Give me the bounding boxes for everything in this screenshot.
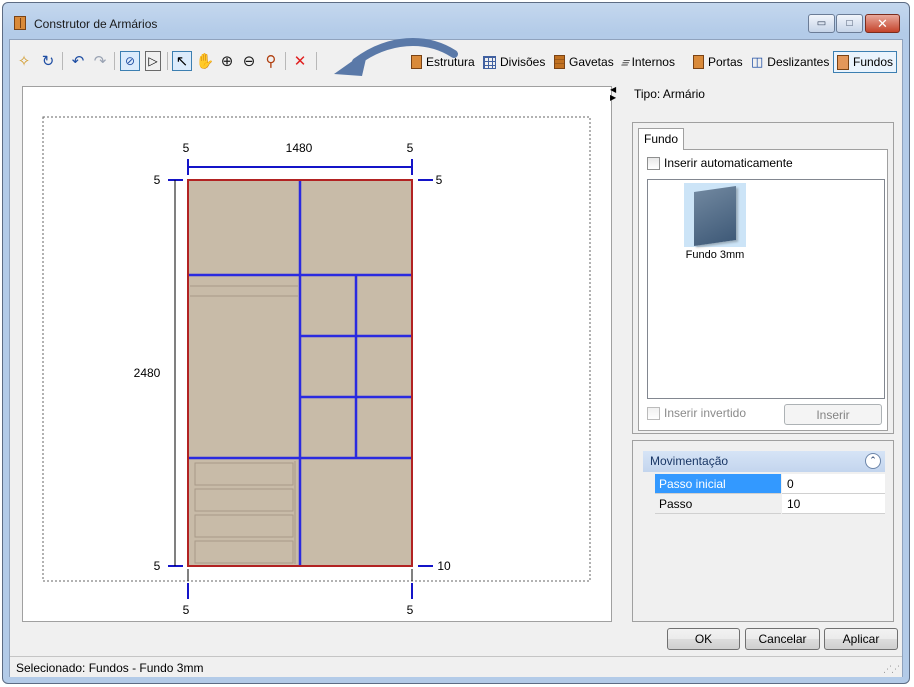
new-icon[interactable]: ✧ <box>14 51 34 71</box>
tab-fundos[interactable]: Fundos <box>833 51 898 73</box>
property-key: Passo <box>655 494 781 514</box>
tab-estrutura[interactable]: Estrutura <box>408 51 478 73</box>
property-key: Passo inicial <box>655 474 781 494</box>
fundo-items-list[interactable]: Fundo 3mm <box>647 179 885 399</box>
title-bar: Construtor de Armários ▭ □ ✕ <box>3 3 909 39</box>
maximize-button[interactable]: □ <box>836 14 863 33</box>
dim-gap-left-top: 5 <box>183 141 190 155</box>
apply-button[interactable]: Aplicar <box>824 628 898 650</box>
dim-gap-below-left: 5 <box>183 603 190 617</box>
insert-button[interactable]: Inserir <box>784 404 882 425</box>
property-row[interactable]: Passo inicial 0 <box>655 474 885 494</box>
zoom-in-icon[interactable]: ⊕ <box>217 51 237 71</box>
fundo-tab-page: Inserir automaticamente Fundo 3mm Inseri… <box>638 149 888 431</box>
auto-insert-label: Inserir automaticamente <box>664 156 793 170</box>
dim-gap-right-top: 5 <box>407 141 414 155</box>
refresh-icon[interactable]: ↻ <box>38 51 58 71</box>
cabinet-drawing: 5 1480 5 5 5 2480 5 10 5 5 <box>42 116 591 617</box>
window-title: Construtor de Armários <box>34 17 158 31</box>
tab-internos-label: Internos <box>631 55 675 69</box>
select-pointer-icon[interactable]: ↖ <box>172 51 192 71</box>
drawer-icon <box>554 55 565 69</box>
toolbar-separator <box>285 52 286 70</box>
client-area: ✧ ↻ ↶ ↷ ⊘ ▷ ↖ ✋ ⊕ ⊖ ⚲ ✕ Estrutura Divisõ… <box>9 38 903 677</box>
movement-header[interactable]: Movimentação ⌃ <box>643 451 885 472</box>
delete-icon[interactable]: ✕ <box>290 51 310 71</box>
list-item-label: Fundo 3mm <box>685 249 745 261</box>
shelves-icon: ≡ <box>618 54 632 70</box>
tab-portas[interactable]: Portas <box>690 51 746 73</box>
dim-width: 1480 <box>286 141 313 155</box>
tab-deslizantes-label: Deslizantes <box>767 55 830 69</box>
drawing-canvas[interactable]: 5 1480 5 5 5 2480 5 10 5 5 <box>22 86 612 622</box>
dim-gap-below-right: 5 <box>407 603 414 617</box>
pan-hand-icon[interactable]: ✋ <box>195 51 215 71</box>
tab-fundos-label: Fundos <box>853 55 894 69</box>
toolbar: ✧ ↻ ↶ ↷ ⊘ ▷ ↖ ✋ ⊕ ⊖ ⚲ ✕ Estrutura Divisõ… <box>10 38 902 76</box>
app-window: Construtor de Armários ▭ □ ✕ ✧ ↻ ↶ ↷ ⊘ ▷… <box>2 2 910 684</box>
dim-gap-bottom-left: 5 <box>154 559 161 573</box>
fundo-thumbnail <box>684 183 746 247</box>
cabinet-icon <box>411 55 422 69</box>
invert-checkbox[interactable] <box>647 407 660 420</box>
dim-height: 2480 <box>134 366 161 380</box>
resize-grip-icon[interactable]: ⋰⋰ <box>883 664 900 675</box>
zoom-out-icon[interactable]: ⊖ <box>239 51 259 71</box>
dim-gap-bottom-right: 10 <box>437 559 451 573</box>
tab-internos[interactable]: ≡ Internos <box>619 51 678 73</box>
toolbar-separator <box>167 52 168 70</box>
panel-splitter[interactable]: ◀ ▶ <box>610 86 618 102</box>
zoom-window-icon[interactable]: ⚲ <box>261 51 281 71</box>
list-item[interactable]: Fundo 3mm <box>682 183 748 269</box>
back-panel-icon <box>837 54 849 70</box>
status-bar: Selecionado: Fundos - Fundo 3mm ⋰⋰ <box>10 656 902 677</box>
sliding-door-icon: ◫ <box>751 54 764 69</box>
tab-portas-label: Portas <box>708 55 743 69</box>
dim-gap-top-right: 5 <box>436 173 443 187</box>
toolbar-separator <box>114 52 115 70</box>
tab-divisoes[interactable]: Divisões <box>480 51 548 73</box>
ok-button[interactable]: OK <box>667 628 740 650</box>
movement-group: Movimentação ⌃ Passo inicial 0 Passo 10 <box>632 440 894 622</box>
cancel-button[interactable]: Cancelar <box>745 628 820 650</box>
collapse-icon[interactable]: ⌃ <box>865 453 881 469</box>
passo-inicial-input[interactable]: 0 <box>782 474 885 494</box>
invert-label: Inserir invertido <box>664 406 747 420</box>
undo-icon[interactable]: ↶ <box>68 51 88 71</box>
auto-insert-checkbox[interactable] <box>647 157 660 170</box>
tab-deslizantes[interactable]: ◫ Deslizantes <box>748 51 832 73</box>
tab-gavetas-label: Gavetas <box>569 55 614 69</box>
back-panel-image <box>694 186 736 246</box>
toolbar-separator <box>62 52 63 70</box>
tab-gavetas[interactable]: Gavetas <box>551 51 617 73</box>
tab-fundo[interactable]: Fundo <box>638 128 684 150</box>
tipo-label: Tipo: Armário <box>634 87 705 101</box>
status-text: Selecionado: Fundos - Fundo 3mm <box>16 661 204 675</box>
toolbar-separator <box>316 52 317 70</box>
passo-input[interactable]: 10 <box>782 494 885 514</box>
door-icon <box>693 55 704 69</box>
cabinet-app-icon <box>14 16 26 30</box>
property-row[interactable]: Passo 10 <box>655 494 885 514</box>
fit-view-icon[interactable]: ⊘ <box>120 51 140 71</box>
grid-icon <box>483 55 496 69</box>
movement-title: Movimentação <box>650 454 729 468</box>
fundo-group: Fundo Inserir automaticamente Fundo 3mm … <box>632 122 894 434</box>
tab-estrutura-label: Estrutura <box>426 55 475 69</box>
minimize-button[interactable]: ▭ <box>808 14 835 33</box>
redo-icon[interactable]: ↷ <box>90 51 110 71</box>
dim-gap-top-left: 5 <box>154 173 161 187</box>
close-button[interactable]: ✕ <box>865 14 900 33</box>
page-view-icon[interactable]: ▷ <box>145 51 161 71</box>
tab-divisoes-label: Divisões <box>500 55 546 69</box>
